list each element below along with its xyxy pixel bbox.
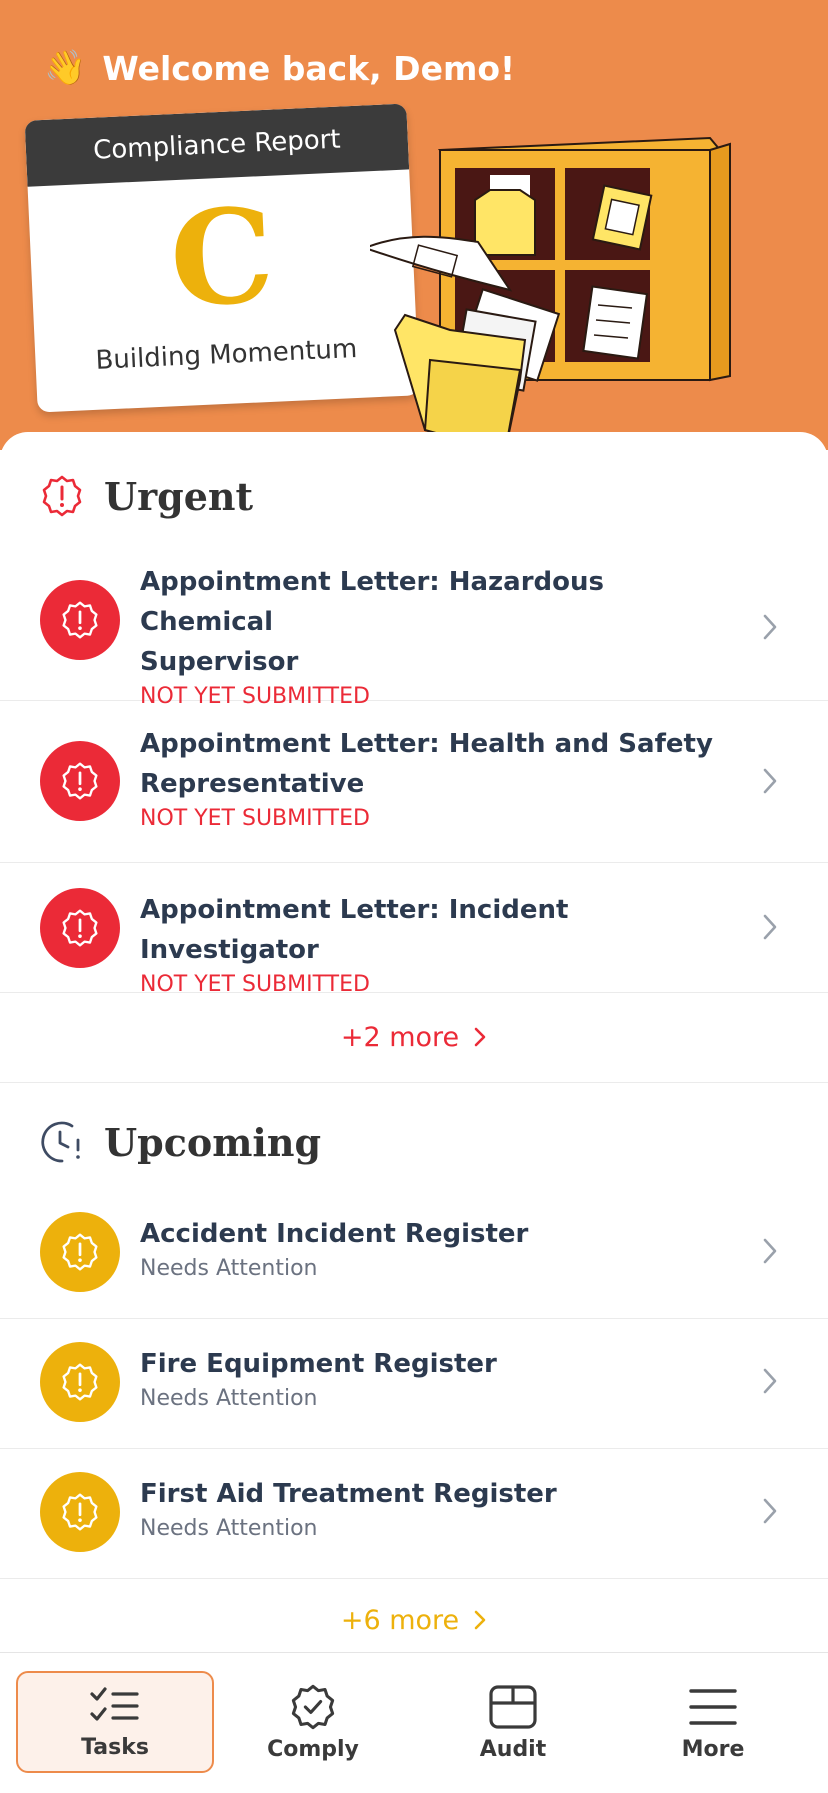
filing-cabinet-illustration <box>370 136 731 450</box>
welcome-greeting: 👋 Welcome back, Demo! <box>44 46 515 90</box>
urgent-show-more[interactable]: +2 more <box>0 992 828 1083</box>
tab-audit[interactable]: Audit <box>414 1671 612 1773</box>
chevron-right-icon <box>763 1238 777 1264</box>
bottom-tab-bar: Tasks Comply Audit More <box>0 1652 828 1793</box>
tab-tasks[interactable]: Tasks <box>16 1671 214 1773</box>
urgent-item[interactable]: Appointment Letter: Health and Safety Re… <box>0 700 828 863</box>
alert-badge-icon <box>40 888 120 968</box>
item-title: Appointment Letter: Health and Safety <box>140 729 713 759</box>
menu-icon <box>689 1689 737 1725</box>
greeting-text: Welcome back, Demo! <box>102 48 516 88</box>
show-more-label: +6 more <box>340 1604 460 1636</box>
alert-badge-icon <box>40 580 120 660</box>
item-status: Needs Attention <box>140 1386 318 1411</box>
alert-badge-icon <box>42 475 82 517</box>
item-status: Needs Attention <box>140 1256 318 1281</box>
item-title: Appointment Letter: Incident Investigato… <box>140 895 569 965</box>
urgent-item[interactable]: Appointment Letter: Incident Investigato… <box>0 862 828 997</box>
box-icon <box>489 1685 537 1729</box>
tab-label: Tasks <box>81 1735 149 1760</box>
compliance-grade: C <box>166 178 278 337</box>
hero-header: 👋 Welcome back, Demo! Compliance Report … <box>0 0 828 450</box>
chevron-right-icon <box>763 614 777 640</box>
chevron-right-icon <box>763 914 777 940</box>
urgent-section-header: Urgent <box>40 466 253 526</box>
upcoming-section-header: Upcoming <box>40 1112 321 1172</box>
upcoming-title: Upcoming <box>104 1119 322 1165</box>
urgent-item[interactable]: Appointment Letter: Hazardous Chemical S… <box>0 554 828 709</box>
upcoming-item[interactable]: Accident Incident Register Needs Attenti… <box>0 1188 828 1319</box>
chevron-right-icon <box>763 1498 777 1524</box>
chevron-right-icon <box>474 1610 486 1630</box>
item-status: Needs Attention <box>140 1516 318 1541</box>
item-title-line2: Supervisor <box>140 647 299 677</box>
alert-badge-icon <box>40 1472 120 1552</box>
wave-icon: 👋 <box>44 48 87 88</box>
item-title: First Aid Treatment Register <box>140 1479 557 1509</box>
item-status: NOT YET SUBMITTED <box>140 806 370 831</box>
tab-comply[interactable]: Comply <box>214 1671 412 1773</box>
compliance-report-card[interactable]: Compliance Report C Building Momentum <box>24 103 420 413</box>
tab-more[interactable]: More <box>614 1671 812 1773</box>
chevron-right-icon <box>763 768 777 794</box>
chevron-right-icon <box>474 1027 486 1047</box>
alert-badge-icon <box>40 1342 120 1422</box>
chevron-right-icon <box>763 1368 777 1394</box>
checklist-icon <box>90 1687 139 1721</box>
upcoming-item[interactable]: First Aid Treatment Register Needs Atten… <box>0 1448 828 1579</box>
alert-badge-icon <box>40 741 120 821</box>
item-title-line2: Representative <box>140 769 365 799</box>
upcoming-show-more[interactable]: +6 more <box>0 1578 828 1662</box>
upcoming-item[interactable]: Fire Equipment Register Needs Attention <box>0 1318 828 1449</box>
item-title: Fire Equipment Register <box>140 1349 497 1379</box>
clock-alert-icon <box>41 1121 80 1163</box>
report-card-title: Compliance Report <box>24 103 410 187</box>
tab-label: Audit <box>479 1737 547 1762</box>
badge-check-icon <box>291 1684 335 1730</box>
show-more-label: +2 more <box>340 1021 460 1053</box>
tab-label: More <box>681 1737 745 1762</box>
alert-badge-icon <box>40 1212 120 1292</box>
compliance-status: Building Momentum <box>94 333 358 376</box>
item-title: Appointment Letter: Hazardous Chemical <box>140 567 605 637</box>
item-title: Accident Incident Register <box>140 1219 529 1249</box>
urgent-title: Urgent <box>104 473 254 519</box>
tab-label: Comply <box>267 1737 359 1762</box>
